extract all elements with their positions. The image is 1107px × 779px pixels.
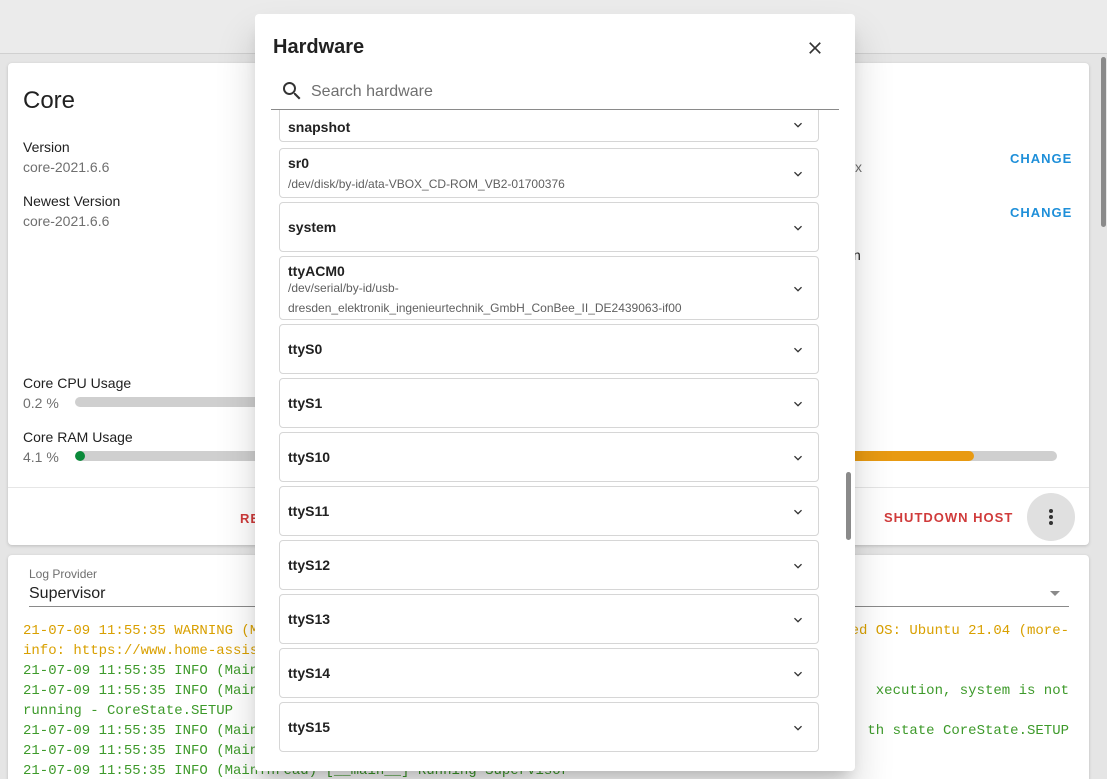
search-field[interactable] bbox=[271, 74, 839, 110]
hardware-item-ttys0[interactable]: ttyS0 bbox=[279, 324, 819, 374]
hardware-item-path: /dev/serial/by-id/usb-dresden_elektronik… bbox=[288, 281, 682, 315]
chevron-down-icon[interactable] bbox=[790, 558, 806, 574]
hardware-item-snapshot[interactable]: snapshot bbox=[279, 110, 819, 142]
hardware-list: snapshot sr0/dev/disk/by-id/ata-VBOX_CD-R… bbox=[255, 110, 855, 771]
hardware-item-name: ttyS1 bbox=[288, 395, 323, 411]
hardware-item-ttys15[interactable]: ttyS15 bbox=[279, 702, 819, 752]
hardware-item-name: sr0 bbox=[288, 155, 310, 171]
close-icon bbox=[809, 42, 821, 54]
chevron-down-icon[interactable] bbox=[790, 504, 806, 520]
dialog-title: Hardware bbox=[273, 36, 365, 58]
search-icon bbox=[283, 82, 301, 100]
hardware-item-ttys13[interactable]: ttyS13 bbox=[279, 594, 819, 644]
hardware-item-ttys10[interactable]: ttyS10 bbox=[279, 432, 819, 482]
hardware-item-ttys11[interactable]: ttyS11 bbox=[279, 486, 819, 536]
search-input[interactable] bbox=[311, 78, 831, 106]
chevron-down-icon[interactable] bbox=[790, 720, 806, 736]
list-scrollbar[interactable] bbox=[846, 472, 851, 540]
hardware-item-name: ttyS12 bbox=[288, 557, 331, 573]
close-button[interactable] bbox=[797, 30, 833, 66]
hardware-item-name: ttyS13 bbox=[288, 611, 331, 627]
chevron-down-icon[interactable] bbox=[790, 117, 806, 133]
hardware-dialog: Hardware snapshot sr0/dev/disk/by-id/ata-… bbox=[255, 14, 855, 771]
chevron-down-icon[interactable] bbox=[790, 396, 806, 412]
hardware-item-name: snapshot bbox=[288, 119, 351, 135]
hardware-item-ttys14[interactable]: ttyS14 bbox=[279, 648, 819, 698]
chevron-down-icon[interactable] bbox=[790, 220, 806, 236]
chevron-down-icon[interactable] bbox=[790, 281, 806, 297]
hardware-item-name: ttyS10 bbox=[288, 449, 331, 465]
hardware-item-name: ttyS0 bbox=[288, 341, 323, 357]
hardware-item-name: ttyACM0 bbox=[288, 263, 345, 279]
chevron-down-icon[interactable] bbox=[790, 166, 806, 182]
hardware-item-name: system bbox=[288, 219, 337, 235]
hardware-item-system[interactable]: system bbox=[279, 202, 819, 252]
hardware-item-sr0[interactable]: sr0/dev/disk/by-id/ata-VBOX_CD-ROM_VB2-0… bbox=[279, 148, 819, 198]
hardware-item-name: ttyS14 bbox=[288, 665, 331, 681]
chevron-down-icon[interactable] bbox=[790, 612, 806, 628]
hardware-item-name: ttyS11 bbox=[288, 503, 330, 519]
chevron-down-icon[interactable] bbox=[790, 666, 806, 682]
hardware-item-ttyacm0[interactable]: ttyACM0/dev/serial/by-id/usb-dresden_ele… bbox=[279, 256, 819, 320]
hardware-item-path: /dev/disk/by-id/ata-VBOX_CD-ROM_VB2-0170… bbox=[288, 177, 565, 191]
chevron-down-icon[interactable] bbox=[790, 342, 806, 358]
chevron-down-icon[interactable] bbox=[790, 450, 806, 466]
hardware-item-name: ttyS15 bbox=[288, 719, 331, 735]
hardware-item-ttys12[interactable]: ttyS12 bbox=[279, 540, 819, 590]
hardware-item-ttys1[interactable]: ttyS1 bbox=[279, 378, 819, 428]
